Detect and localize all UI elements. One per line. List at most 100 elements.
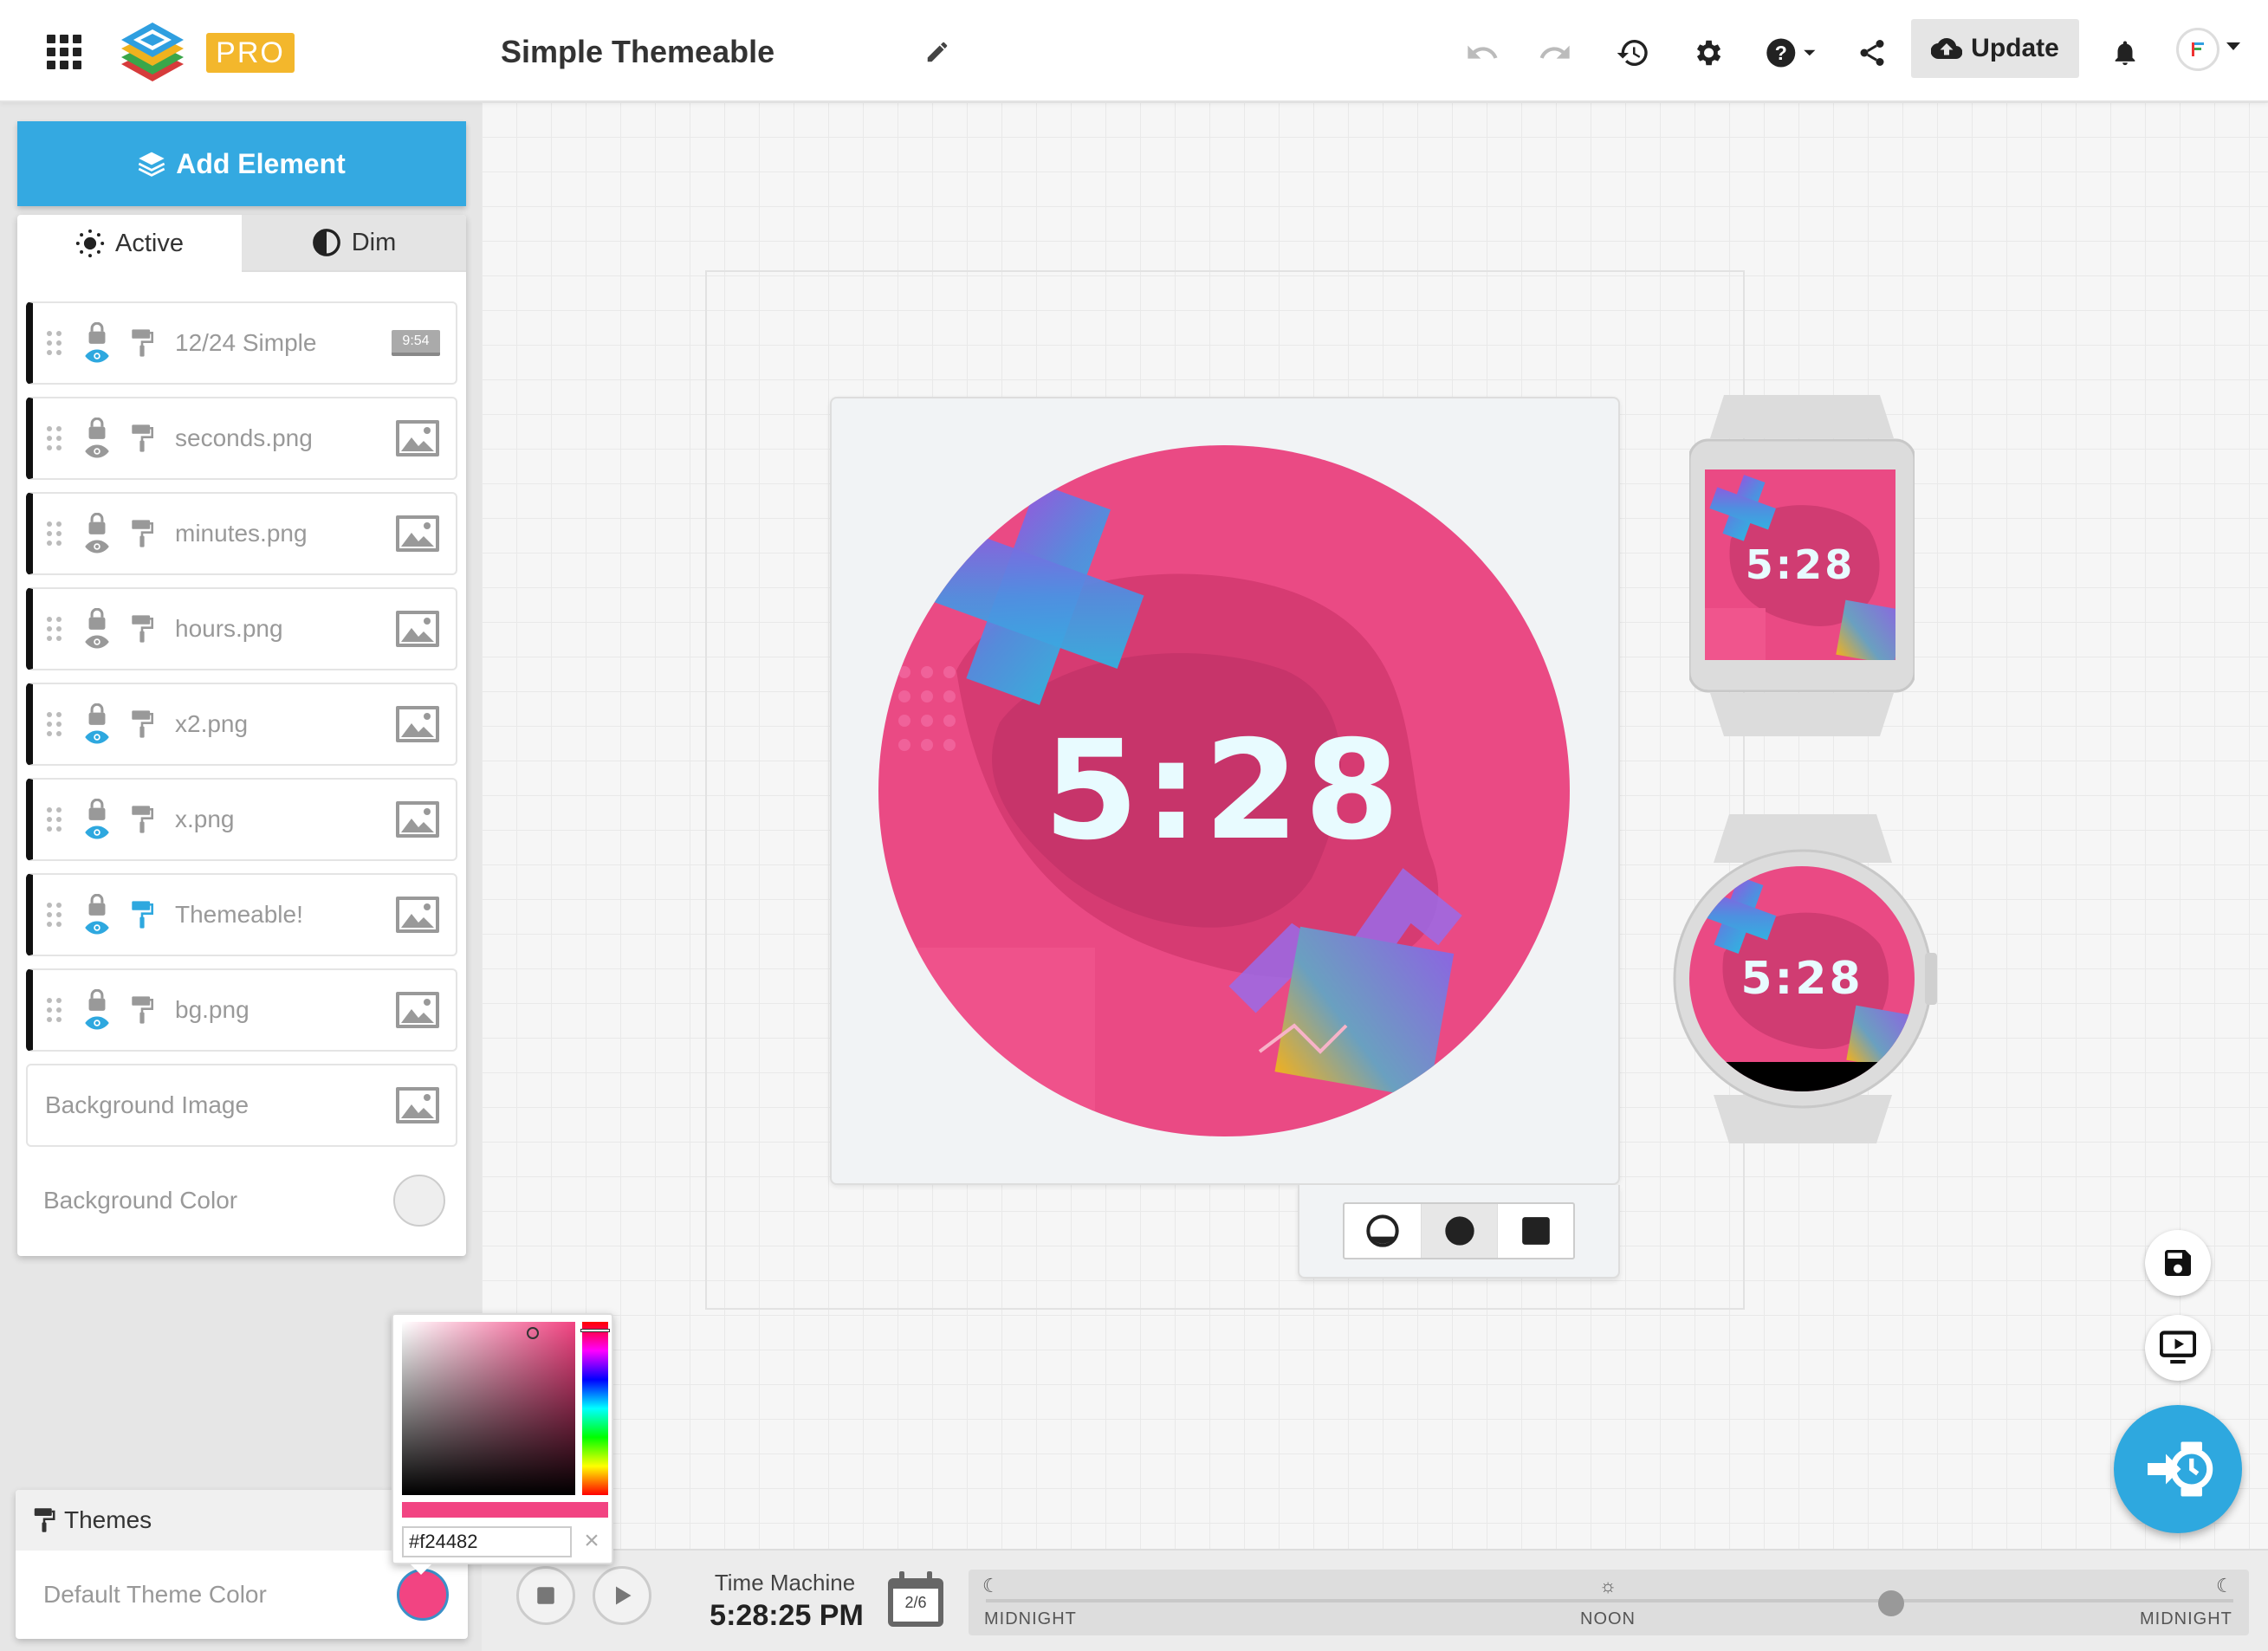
theme-brush-toggle[interactable] xyxy=(126,805,158,834)
theme-brush-toggle[interactable] xyxy=(126,995,158,1025)
pro-badge: PRO xyxy=(206,33,295,73)
visibility-eye-icon[interactable] xyxy=(84,539,110,554)
layer-row[interactable]: hours.png xyxy=(26,587,457,670)
face-shape-selector xyxy=(1343,1202,1575,1259)
layer-row[interactable]: Themeable! xyxy=(26,873,457,956)
visibility-eye-icon[interactable] xyxy=(84,444,110,459)
drag-handle-icon[interactable] xyxy=(47,712,64,736)
round-flat-tire-button[interactable] xyxy=(1345,1204,1421,1258)
tab-active[interactable]: Active xyxy=(17,215,242,272)
layer-row[interactable]: x2.png xyxy=(26,683,457,766)
hex-color-input[interactable] xyxy=(402,1526,572,1557)
theme-brush-toggle[interactable] xyxy=(126,328,158,358)
theme-brush-toggle[interactable] xyxy=(126,424,158,453)
lock-icon[interactable] xyxy=(87,418,107,440)
add-element-button[interactable]: Add Element xyxy=(17,121,466,206)
layer-row[interactable]: minutes.png xyxy=(26,492,457,575)
lock-icon[interactable] xyxy=(87,989,107,1012)
layer-row[interactable]: 12/24 Simple 9:54 xyxy=(26,301,457,385)
layer-name: Themeable! xyxy=(175,901,303,928)
image-thumbnail-icon xyxy=(396,897,439,933)
theme-brush-icon[interactable] xyxy=(131,900,153,929)
drag-handle-icon[interactable] xyxy=(47,903,64,927)
top-bar: PRO Simple Themeable ? Update xyxy=(0,0,2268,102)
share-icon[interactable] xyxy=(1849,29,1895,76)
color-selector-handle[interactable] xyxy=(527,1327,539,1339)
theme-brush-toggle[interactable] xyxy=(126,709,158,739)
timeline-knob[interactable] xyxy=(1878,1590,1905,1616)
date-picker-button[interactable]: 2/6 xyxy=(885,1570,946,1630)
theme-brush-icon[interactable] xyxy=(131,519,153,548)
undo-icon[interactable] xyxy=(1459,29,1506,76)
theme-brush-toggle[interactable] xyxy=(126,614,158,644)
layer-row[interactable]: bg.png xyxy=(26,968,457,1052)
background-color-swatch[interactable] xyxy=(393,1175,445,1227)
drag-handle-icon[interactable] xyxy=(47,426,64,450)
theme-brush-icon[interactable] xyxy=(131,709,153,739)
lock-icon[interactable] xyxy=(87,703,107,726)
square-watch-face[interactable]: 5:28 xyxy=(1705,469,1895,660)
theme-color-swatch[interactable] xyxy=(397,1569,449,1621)
save-button[interactable] xyxy=(2145,1230,2211,1296)
history-icon[interactable] xyxy=(1610,29,1656,76)
edit-title-icon[interactable] xyxy=(918,33,956,71)
drag-handle-icon[interactable] xyxy=(47,998,64,1022)
stop-button[interactable] xyxy=(516,1566,575,1625)
sun-icon xyxy=(75,229,105,258)
theme-brush-icon[interactable] xyxy=(131,424,153,453)
lock-visibility-controls xyxy=(81,989,113,1031)
settings-gear-icon[interactable] xyxy=(1684,29,1731,76)
visibility-eye-icon[interactable] xyxy=(84,920,110,936)
watch-sync-fab[interactable] xyxy=(2114,1405,2242,1533)
visibility-eye-icon[interactable] xyxy=(84,825,110,840)
user-avatar[interactable] xyxy=(2176,28,2219,71)
help-menu-icon[interactable]: ? xyxy=(1762,29,1823,76)
background-image-row[interactable]: Background Image xyxy=(26,1064,457,1147)
app-logo-icon[interactable] xyxy=(116,16,189,88)
timeline-track[interactable] xyxy=(986,1599,2233,1602)
lock-icon[interactable] xyxy=(87,322,107,345)
theme-brush-icon[interactable] xyxy=(131,614,153,644)
layer-row[interactable]: seconds.png xyxy=(26,397,457,480)
day-timeline-slider[interactable]: ☾ ☼ ☾ MIDNIGHT NOON MIDNIGHT xyxy=(969,1570,2249,1635)
tab-dim[interactable]: Dim xyxy=(242,215,466,272)
drag-handle-icon[interactable] xyxy=(47,331,64,355)
visibility-eye-icon[interactable] xyxy=(84,634,110,650)
theme-brush-icon[interactable] xyxy=(131,805,153,834)
layer-row[interactable]: x.png xyxy=(26,778,457,861)
main-watch-face[interactable]: 5:28 xyxy=(878,445,1570,1136)
redo-icon[interactable] xyxy=(1532,29,1578,76)
update-button[interactable]: Update xyxy=(1911,19,2079,78)
account-caret-icon[interactable] xyxy=(2223,36,2244,57)
image-thumbnail xyxy=(395,896,440,934)
background-color-row[interactable]: Background Color xyxy=(26,1159,457,1242)
drag-handle-icon[interactable] xyxy=(47,807,64,832)
visibility-eye-icon[interactable] xyxy=(84,1015,110,1031)
lock-icon[interactable] xyxy=(87,513,107,535)
saturation-value-area[interactable] xyxy=(402,1322,575,1495)
document-title[interactable]: Simple Themeable xyxy=(501,26,774,78)
time-machine-time[interactable]: 5:28:25 PM xyxy=(690,1599,884,1633)
play-button[interactable] xyxy=(593,1566,651,1625)
theme-brush-toggle[interactable] xyxy=(126,900,158,929)
square-shape-button[interactable] xyxy=(1497,1204,1573,1258)
visibility-eye-icon[interactable] xyxy=(84,729,110,745)
notifications-bell-icon[interactable] xyxy=(2102,29,2148,76)
round-watch-face[interactable]: 5:28 xyxy=(1689,866,1915,1091)
theme-brush-icon[interactable] xyxy=(131,995,153,1025)
lock-icon[interactable] xyxy=(87,799,107,821)
drag-handle-icon[interactable] xyxy=(47,617,64,641)
hue-slider-handle[interactable] xyxy=(580,1329,610,1332)
close-picker-icon[interactable]: × xyxy=(579,1526,605,1555)
round-shape-button[interactable] xyxy=(1421,1204,1497,1258)
theme-brush-toggle[interactable] xyxy=(126,519,158,548)
theme-brush-icon[interactable] xyxy=(131,328,153,358)
apps-grid-icon[interactable] xyxy=(43,31,85,73)
hue-slider[interactable] xyxy=(582,1322,608,1495)
drag-handle-icon[interactable] xyxy=(47,521,64,546)
visibility-eye-icon[interactable] xyxy=(84,348,110,364)
sun-small-icon: ☼ xyxy=(1599,1575,1617,1596)
lock-icon[interactable] xyxy=(87,608,107,631)
preview-screen-button[interactable] xyxy=(2145,1315,2211,1381)
lock-icon[interactable] xyxy=(87,894,107,916)
